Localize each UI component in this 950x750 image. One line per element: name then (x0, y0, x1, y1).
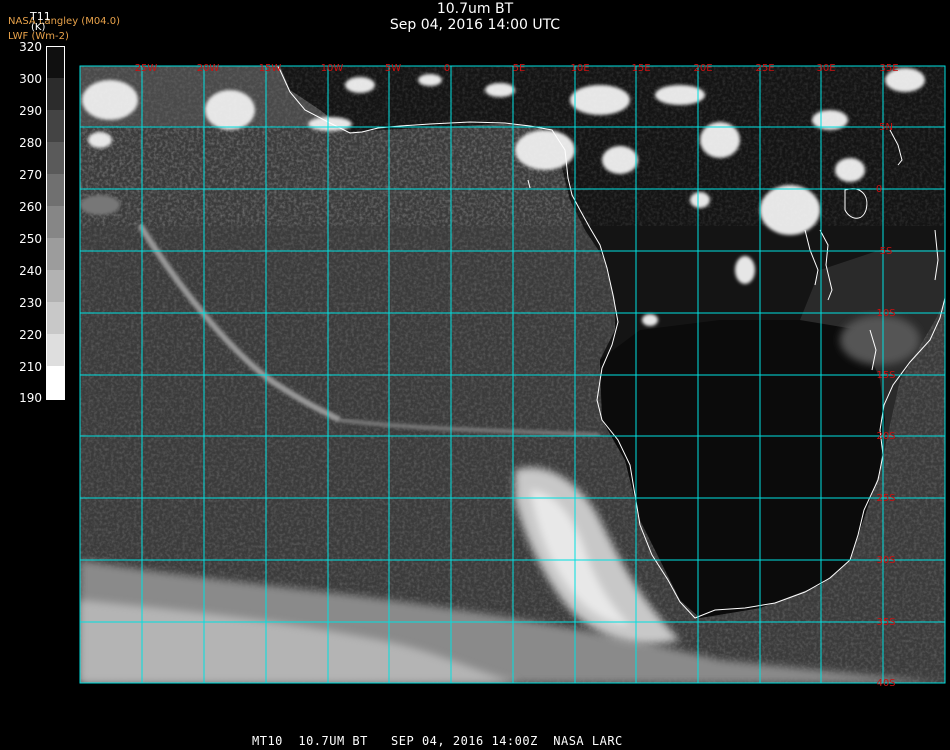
lat-label: 20S (876, 431, 895, 442)
lat-label: 10S (876, 308, 895, 319)
lat-label: 30S (876, 555, 895, 566)
lon-label: 25W (135, 63, 158, 74)
lat-label: 35S (876, 617, 895, 628)
satellite-map: 25W 20W 15W 10W 5W 0 5E 10E 15E 20E 25E … (79, 63, 946, 689)
lon-label: 35E (879, 63, 898, 74)
lon-label: 20E (693, 63, 712, 74)
lat-label: 5S (880, 246, 893, 257)
lat-label: 25S (876, 493, 895, 504)
lon-label: 10E (570, 63, 589, 74)
lat-label: 15S (876, 370, 895, 381)
lat-label: 40S (876, 678, 895, 689)
lon-label: 10W (321, 63, 344, 74)
footer-caption: MT10 10.7UM BT SEP 04, 2016 14:00Z NASA … (252, 734, 623, 748)
lat-label: 5N (879, 122, 893, 133)
lon-label: 5W (385, 63, 401, 74)
lon-label: 30E (816, 63, 835, 74)
lon-label: 20W (197, 63, 220, 74)
lon-label: 5E (513, 63, 526, 74)
satellite-image (80, 66, 945, 683)
lon-label: 15W (259, 63, 282, 74)
lat-label: 0 (876, 184, 882, 195)
lon-label: 25E (755, 63, 774, 74)
lon-label: 15E (631, 63, 650, 74)
lon-label: 0 (444, 63, 450, 74)
